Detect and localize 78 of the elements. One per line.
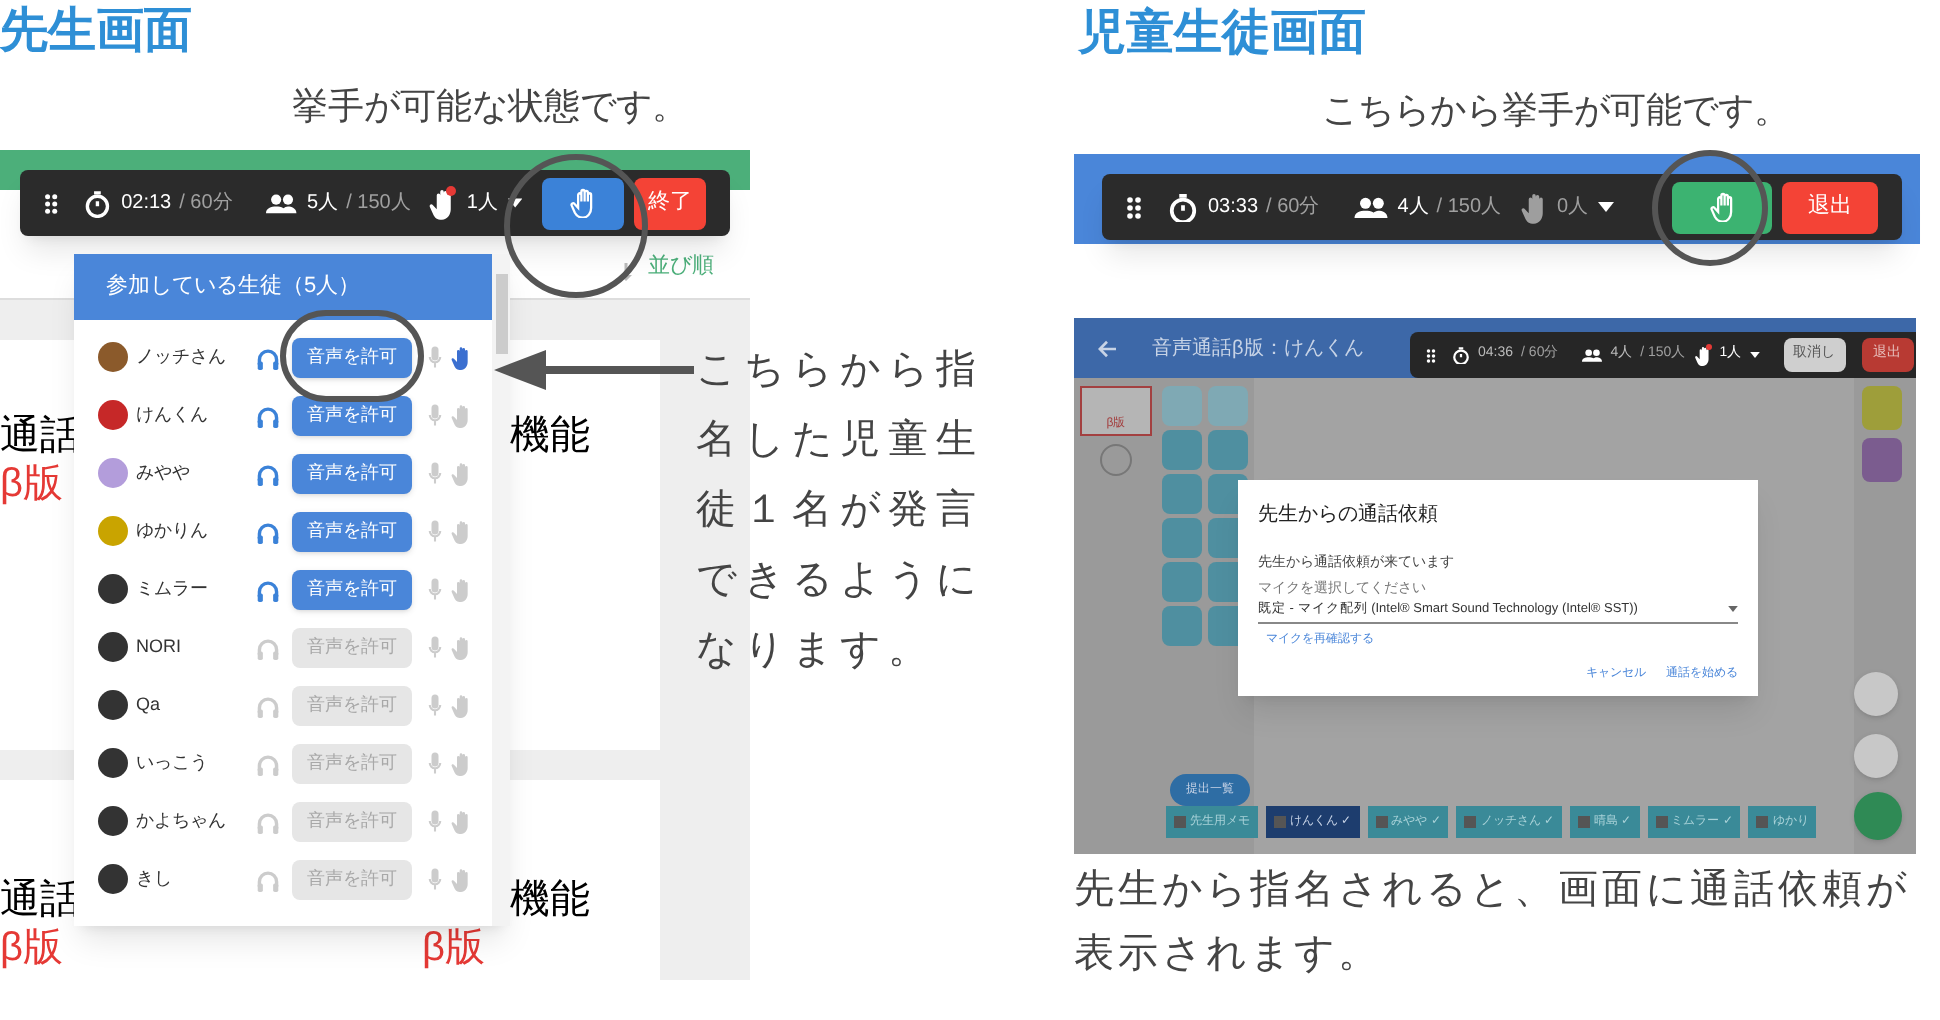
caret-icon[interactable]: [1749, 352, 1760, 358]
app-title: 音声通話β版：けんくん: [1152, 335, 1364, 363]
microphone-icon: [428, 868, 442, 890]
raise-hand-button[interactable]: [1672, 181, 1772, 233]
callout-text: こちらから指名した児童生徒１名が発言できるようになります。: [696, 346, 986, 676]
microphone-icon: [428, 462, 442, 484]
student-name: けんくん: [136, 401, 210, 428]
time-limit: / 60分: [179, 190, 233, 218]
caption: こちらから挙手が可能です。: [1322, 88, 1790, 134]
sort-link[interactable]: 並び順: [648, 249, 714, 282]
sort-arrow-icon: [620, 262, 632, 282]
allow-voice-button[interactable]: 音声を許可: [292, 337, 412, 377]
people-icon: [1582, 348, 1603, 362]
timer-icon: [84, 188, 112, 218]
people-icon: [266, 192, 298, 214]
microphone-icon: [428, 578, 442, 600]
microphone-icon: [428, 694, 442, 716]
version-label: β版: [422, 924, 486, 972]
leave-button[interactable]: 退出: [1782, 181, 1878, 233]
happy-reaction-button[interactable]: [1854, 672, 1898, 716]
student-name: ノッチさん: [136, 343, 228, 370]
student-name: きし: [136, 865, 174, 892]
microphone-icon: [428, 636, 442, 658]
allow-voice-button[interactable]: 音声を許可: [292, 453, 412, 493]
highlight-ring: [1652, 150, 1768, 266]
card-title: 機能: [510, 876, 590, 924]
caption: 挙手が可能な状態です。: [292, 84, 688, 130]
grip-icon[interactable]: [1126, 195, 1142, 219]
add-slide-button[interactable]: [1100, 444, 1132, 476]
highlight-ring: [280, 310, 424, 402]
hand-icon: [1709, 192, 1735, 222]
share-button[interactable]: [1862, 386, 1902, 430]
student-name: かよちゃん: [136, 807, 228, 834]
student-name: Qa: [136, 691, 163, 718]
hand-count: 0人: [1557, 194, 1589, 222]
allow-voice-button[interactable]: 音声を許可: [292, 569, 412, 609]
participant-count: 4人: [1397, 194, 1429, 222]
student-name: NORI: [136, 633, 183, 660]
caret-icon: [1728, 606, 1738, 613]
end-button[interactable]: 終了: [634, 177, 706, 229]
microphone-icon: [428, 404, 442, 426]
participant-count: 5人: [307, 190, 339, 218]
back-arrow-icon[interactable]: [1098, 339, 1116, 357]
timer-icon: [1452, 346, 1470, 364]
time-limit: / 60分: [1266, 194, 1320, 222]
dialog-title: 先生からの通話依頼: [1258, 501, 1440, 530]
card-title: 機能: [510, 412, 590, 460]
panel-header: 参加している生徒（5人）: [74, 254, 492, 320]
student-name: ゆかりん: [136, 517, 210, 544]
microphone-icon: [428, 810, 442, 832]
caret-icon[interactable]: [1598, 202, 1615, 212]
timer-icon: [1168, 192, 1198, 222]
grip-icon[interactable]: [1426, 347, 1436, 363]
raise-hand-button[interactable]: [542, 177, 625, 229]
people-icon: [1353, 196, 1388, 218]
highlight-ring: [504, 154, 648, 298]
elapsed-time: 02:13: [121, 190, 172, 218]
elapsed-time: 03:33: [1208, 194, 1259, 222]
footer-caption: 先生から指名されると、画面に通話依頼が表示されます。: [1074, 866, 1912, 980]
version-label: β版: [0, 460, 64, 508]
capacity: / 150人: [1436, 194, 1502, 222]
hand-count: 1人: [466, 190, 498, 218]
student-name: みやや: [136, 459, 192, 486]
allow-voice-button[interactable]: 音声を許可: [292, 511, 412, 551]
capacity: / 150人: [346, 190, 411, 218]
section-title: 児童生徒画面: [1076, 4, 1368, 64]
hand-icon: [570, 188, 597, 218]
microphone-icon: [428, 520, 442, 542]
student-name: いっこう: [136, 749, 210, 776]
chat-button[interactable]: [1854, 792, 1902, 840]
student-name: ミムラー: [136, 575, 210, 602]
grip-icon[interactable]: [44, 191, 59, 215]
sad-reaction-button[interactable]: [1854, 734, 1898, 778]
allow-voice-button[interactable]: 音声を許可: [292, 395, 412, 435]
zoom-button[interactable]: [1862, 438, 1902, 482]
microphone-icon: [428, 346, 442, 368]
version-label: β版: [0, 924, 64, 972]
microphone-icon: [428, 752, 442, 774]
